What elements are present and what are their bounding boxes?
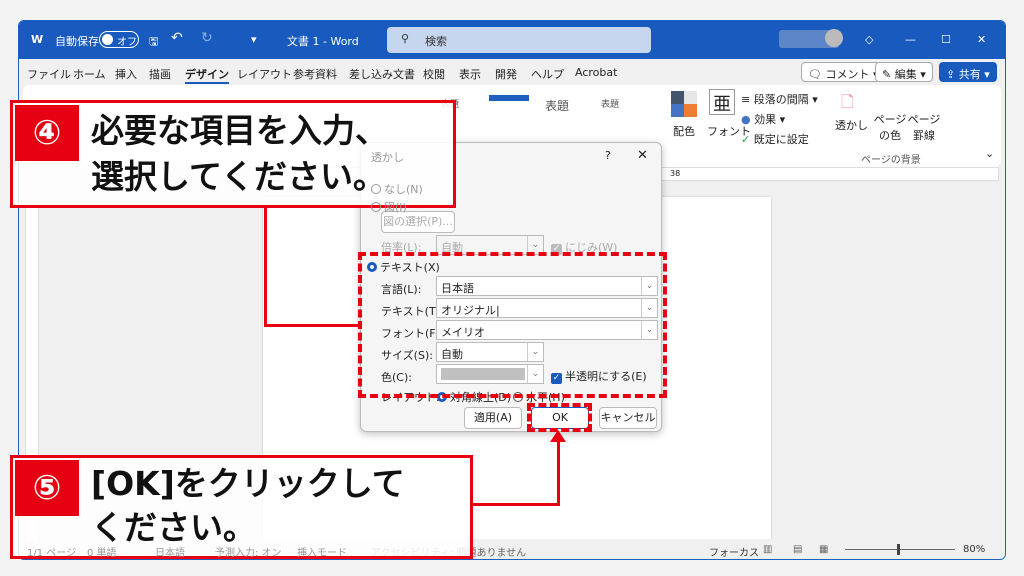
colors-button[interactable]: 配色 (673, 123, 695, 139)
avatar[interactable] (825, 29, 843, 47)
status-predict[interactable]: 予測入力: オン (215, 544, 282, 559)
ok-highlight (527, 403, 592, 432)
search-box[interactable]: ⚲ 検索 (387, 27, 651, 53)
ribbon-expand-icon[interactable]: ⌄ (985, 147, 994, 160)
radio-none-label: なし(N) (384, 183, 423, 196)
read-mode-icon[interactable]: ▥ (763, 544, 772, 555)
tab-view[interactable]: 表示 (459, 66, 481, 82)
paragraph-spacing-button[interactable]: ≡ 段落の間隔 ▾ (741, 91, 818, 107)
maximize-icon[interactable]: ☐ (941, 33, 951, 46)
focus-button[interactable]: フォーカス (709, 544, 759, 559)
customize-icon[interactable]: ▾ (251, 33, 257, 46)
step5-number: ⑤ (15, 460, 79, 516)
tab-mailings[interactable]: 差し込み文書 (349, 66, 415, 82)
radio-none[interactable]: なし(N) (371, 181, 423, 197)
set-default-button[interactable]: ✓ 既定に設定 (741, 131, 809, 147)
tab-file[interactable]: ファイル (27, 66, 71, 82)
edit-button[interactable]: ✎ 編集 ▾ (875, 62, 933, 82)
step4-number: ④ (15, 105, 79, 161)
watermark-icon[interactable]: 🗋 (841, 91, 854, 118)
fonts-icon[interactable]: 亜 (709, 89, 735, 115)
effects-label: 効果 (754, 113, 777, 126)
dialog-close-button[interactable]: ✕ (637, 148, 648, 163)
tab-references[interactable]: 参考資料 (293, 66, 337, 82)
share-label: 共有 (958, 68, 981, 81)
step4-line1: 必要な項目を入力、 (91, 111, 388, 150)
zoom-level[interactable]: 80% (963, 544, 985, 555)
tab-draw[interactable]: 描画 (149, 66, 171, 82)
search-icon: ⚲ (401, 32, 410, 45)
dialog-title: 透かし (371, 151, 404, 164)
page-border-button[interactable]: ページ罫線 (907, 111, 941, 143)
save-icon[interactable]: 🖫 (149, 33, 158, 52)
undo-icon[interactable]: ↶ (171, 30, 183, 46)
style-item-bar (489, 95, 529, 101)
status-insert-mode[interactable]: 挿入モード (297, 544, 347, 559)
tab-review[interactable]: 校閲 (423, 66, 445, 82)
close-icon[interactable]: ✕ (977, 33, 986, 46)
colors-icon[interactable] (671, 91, 697, 117)
set-default-label: 既定に設定 (753, 133, 809, 146)
step5-line1: [OK]をクリックして (91, 464, 405, 503)
status-page[interactable]: 1/1 ページ (27, 544, 76, 559)
title-bar: W 自動保存 オフ 🖫 ↶ ↻ ▾ 文書 1 - Word ⚲ 検索 ◇ — ☐… (19, 21, 1005, 59)
comment-button[interactable]: 🗨 コメント ▾ (801, 62, 886, 82)
tab-help[interactable]: ヘルプ (531, 66, 564, 82)
zoom-slider-thumb[interactable] (897, 544, 900, 555)
search-placeholder: 検索 (425, 35, 447, 48)
connector-line (264, 207, 267, 327)
arrow-head-icon (550, 430, 566, 442)
ruler-mark: 38 (670, 169, 681, 178)
word-icon: W (31, 33, 44, 46)
zoom-slider[interactable] (845, 549, 955, 550)
connector-line (472, 503, 560, 506)
effects-button[interactable]: ● 効果 ▾ (741, 111, 785, 127)
autosave-toggle[interactable]: オフ (99, 31, 139, 48)
minimize-icon[interactable]: — (905, 33, 916, 46)
style-item[interactable]: 表題 (545, 97, 569, 114)
print-layout-icon[interactable]: ▤ (793, 544, 802, 555)
diamond-icon[interactable]: ◇ (865, 33, 873, 46)
step4-line2: 選択してください。 (91, 157, 387, 196)
help-button[interactable]: ? (605, 149, 611, 162)
cancel-button[interactable]: キャンセル (599, 407, 657, 429)
comment-label: コメント (825, 68, 870, 81)
autosave-label: 自動保存 (55, 35, 99, 48)
apply-button[interactable]: 適用(A) (464, 407, 522, 429)
web-layout-icon[interactable]: ▦ (819, 544, 828, 555)
connector-line (264, 324, 360, 327)
tab-insert[interactable]: 挿入 (115, 66, 137, 82)
fields-highlight (358, 252, 667, 398)
edit-label: 編集 (894, 68, 917, 81)
tab-developer[interactable]: 開発 (495, 66, 517, 82)
page-background-group-label: ページの背景 (861, 155, 921, 166)
status-language[interactable]: 日本語 (155, 544, 185, 559)
radio-picture[interactable]: 図(I) (371, 199, 407, 215)
redo-icon[interactable]: ↻ (201, 30, 213, 46)
style-item[interactable]: 表題 (601, 97, 619, 110)
page-color-button[interactable]: ページの色 (873, 111, 907, 143)
autosave-state: オフ (117, 37, 137, 48)
status-words[interactable]: 0 単語 (87, 544, 117, 559)
tab-home[interactable]: ホーム (73, 66, 106, 82)
tab-design[interactable]: デザイン (185, 66, 229, 84)
radio-picture-label: 図(I) (384, 201, 407, 214)
connector-line (557, 440, 560, 506)
watermark-button[interactable]: 透かし (835, 117, 868, 133)
paragraph-spacing-label: 段落の間隔 (753, 93, 809, 106)
tab-layout[interactable]: レイアウト (237, 66, 292, 82)
share-button[interactable]: ⇪ 共有 ▾ (939, 62, 997, 82)
tab-acrobat[interactable]: Acrobat (575, 66, 617, 79)
document-title: 文書 1 - Word (287, 35, 359, 48)
